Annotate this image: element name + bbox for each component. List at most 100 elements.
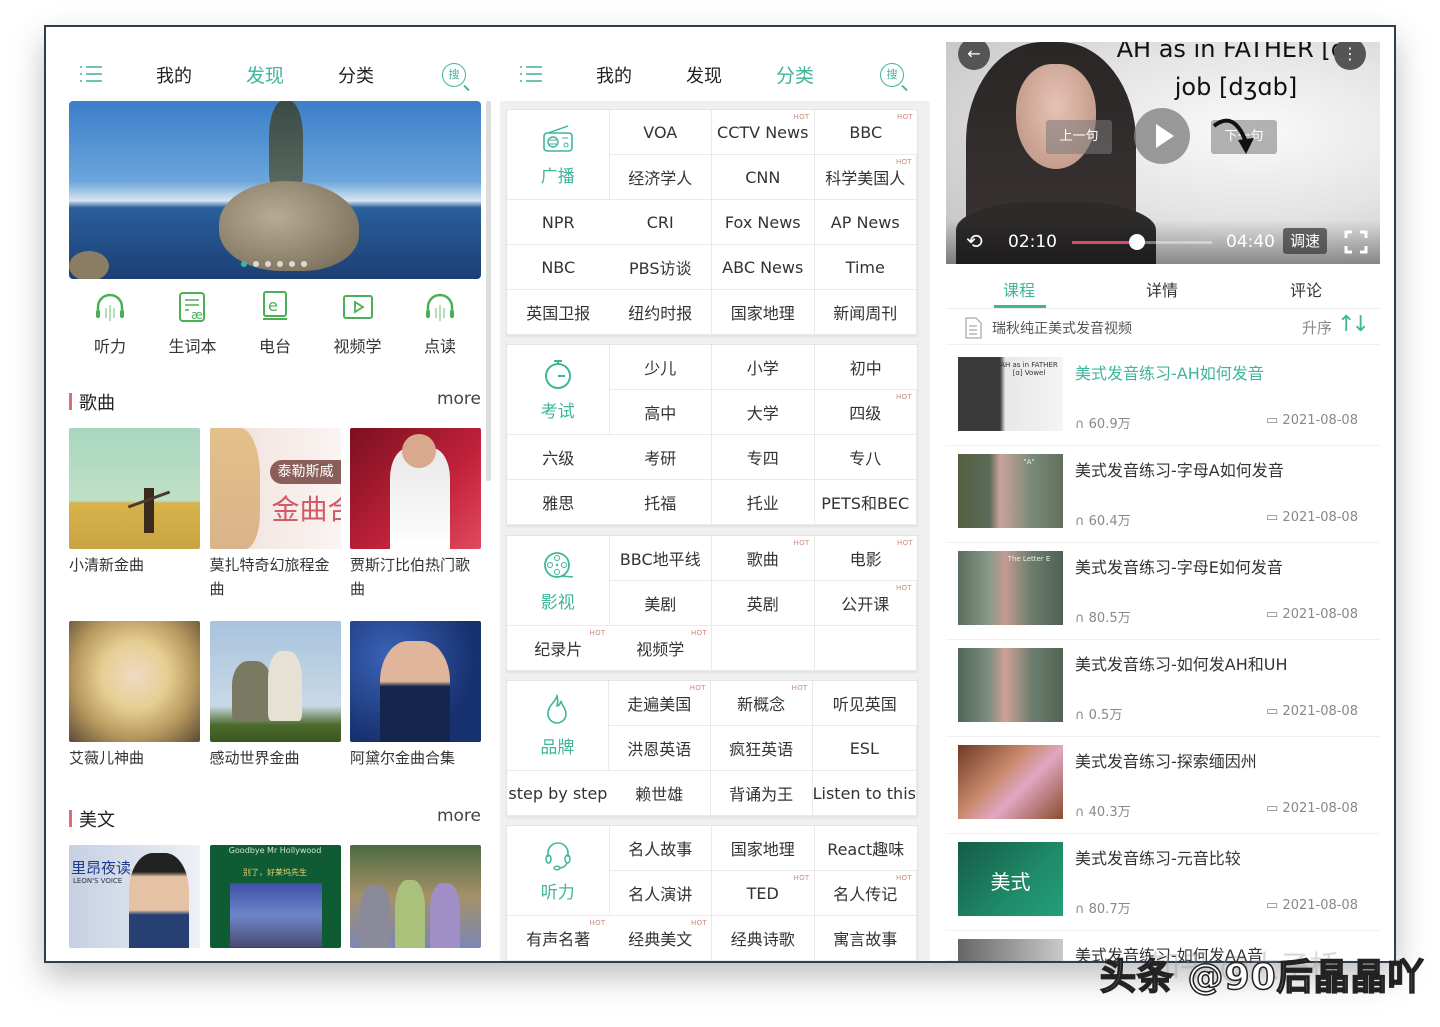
category-item[interactable]: 电影 HOT xyxy=(814,536,917,581)
progress-knob[interactable] xyxy=(1128,234,1145,250)
category-header[interactable]: 影视 xyxy=(507,536,610,626)
more-link[interactable]: more xyxy=(437,389,481,409)
category-header[interactable]: 听力 xyxy=(507,826,610,916)
carousel-dot[interactable] xyxy=(253,261,259,267)
category-item[interactable]: 科学美国人 HOT xyxy=(814,155,917,200)
scrollbar[interactable] xyxy=(486,101,491,481)
more-link[interactable]: more xyxy=(437,806,481,826)
category-item[interactable]: 小学 xyxy=(712,345,815,390)
category-item[interactable]: 有声名著 HOT xyxy=(507,916,610,961)
category-item[interactable]: CNN xyxy=(712,155,815,200)
song-card[interactable]: 感动世界金曲 xyxy=(209,621,341,770)
banner-carousel[interactable] xyxy=(69,101,481,279)
category-item[interactable]: 初中 xyxy=(814,345,917,390)
category-item[interactable]: AP News xyxy=(814,200,917,245)
carousel-dot[interactable] xyxy=(241,261,247,267)
category-item[interactable]: 背诵为王 xyxy=(710,771,813,816)
category-item[interactable]: 听见英国 xyxy=(812,681,917,726)
category-item[interactable]: 名人故事 xyxy=(609,826,712,871)
nav-tab-category[interactable]: 分类 xyxy=(776,61,814,88)
category-item[interactable]: 美剧 xyxy=(609,581,712,626)
prose-card[interactable] xyxy=(350,845,481,948)
nav-tab-discover[interactable]: 发现 xyxy=(246,61,284,88)
category-item[interactable]: ESL xyxy=(812,726,917,771)
carousel-dot[interactable] xyxy=(301,261,307,267)
category-item[interactable]: 经典诗歌 xyxy=(712,916,815,961)
category-item[interactable]: 纪录片 HOT xyxy=(507,626,610,671)
category-header[interactable]: 考试 xyxy=(507,345,610,435)
category-item[interactable]: 经济学人 xyxy=(609,155,712,200)
quick-link-video[interactable]: 视频学 xyxy=(317,289,399,357)
category-item[interactable]: 名人传记 HOT xyxy=(814,871,917,916)
tab-details[interactable]: 详情 xyxy=(1146,277,1178,301)
lesson-item[interactable]: 美式发音练习-如何发AH和UH ∩ 0.5万 ▭ 2021-08-08 xyxy=(946,640,1380,737)
category-item[interactable]: PETS和BEC xyxy=(814,480,917,525)
sort-label[interactable]: 升序 xyxy=(1302,317,1332,338)
category-item[interactable]: 托福 xyxy=(609,480,712,525)
sort-order-icon[interactable]: ↑↓ xyxy=(1337,312,1370,337)
search-button[interactable]: 搜 xyxy=(880,63,904,87)
category-item[interactable]: 洪恩英语 xyxy=(608,726,711,771)
song-card[interactable]: 小清新金曲 xyxy=(69,428,200,601)
category-item[interactable]: 歌曲 HOT xyxy=(712,536,815,581)
menu-list-icon[interactable] xyxy=(80,65,102,83)
category-item[interactable]: 走遍美国 HOT xyxy=(608,681,711,726)
category-item[interactable]: 考研 xyxy=(609,435,712,480)
category-item[interactable]: 雅思 xyxy=(507,480,610,525)
carousel-dot[interactable] xyxy=(265,261,271,267)
category-item[interactable]: PBS访谈 xyxy=(609,245,712,290)
category-item[interactable]: 六级 xyxy=(507,435,610,480)
category-header[interactable]: 广播 xyxy=(507,110,610,200)
category-item[interactable]: Fox News xyxy=(712,200,815,245)
progress-slider[interactable] xyxy=(1072,234,1212,250)
category-item[interactable]: BBC地平线 xyxy=(609,536,712,581)
category-item[interactable]: 国家地理 xyxy=(712,290,815,335)
category-item[interactable]: step by step xyxy=(507,771,609,816)
carousel-dot[interactable] xyxy=(277,261,283,267)
category-item[interactable]: VOA xyxy=(609,110,712,155)
category-item[interactable]: 专四 xyxy=(712,435,815,480)
play-button[interactable] xyxy=(1134,108,1190,164)
song-card[interactable]: 泰勒斯威 金曲合 莫扎特奇幻旅程金曲 xyxy=(209,428,341,601)
menu-list-icon[interactable] xyxy=(520,65,542,83)
category-item[interactable]: 大学 xyxy=(712,390,815,435)
nav-tab-mine[interactable]: 我的 xyxy=(156,62,192,88)
prose-card[interactable]: 里昂夜读 LEON'S VOICE xyxy=(69,845,200,948)
nav-tab-mine[interactable]: 我的 xyxy=(596,62,632,88)
quick-link-listening[interactable]: 听力 xyxy=(69,289,151,357)
category-item[interactable]: 寓言故事 xyxy=(814,916,917,961)
song-card[interactable]: 贾斯汀比伯热门歌曲 xyxy=(350,428,481,601)
lesson-item[interactable]: 美式 美式发音练习-元音比较 ∩ 80.7万 ▭ 2021-08-08 xyxy=(946,834,1380,931)
category-header[interactable]: 品牌 xyxy=(507,681,609,771)
lesson-item[interactable]: The Letter E 美式发音练习-字母E如何发音 ∩ 80.5万 ▭ 2021-… xyxy=(946,543,1380,640)
search-button[interactable]: 搜 xyxy=(442,63,466,87)
quick-link-vocabulary[interactable]: æ 生词本 xyxy=(152,289,234,357)
category-item[interactable]: 英剧 xyxy=(712,581,815,626)
category-item[interactable]: 疯狂英语 xyxy=(710,726,813,771)
category-item[interactable]: 四级 HOT xyxy=(814,390,917,435)
category-item[interactable]: 经典美文 HOT xyxy=(609,916,712,961)
category-item[interactable]: 新闻周刊 xyxy=(814,290,917,335)
song-card[interactable]: 阿黛尔金曲合集 xyxy=(350,621,481,770)
category-item[interactable]: TED HOT xyxy=(712,871,815,916)
category-item[interactable]: Listen to this xyxy=(812,771,917,816)
lesson-item[interactable]: 美式发音练习-探索缅因州 ∩ 40.3万 ▭ 2021-08-08 xyxy=(946,737,1380,834)
nav-tab-category[interactable]: 分类 xyxy=(338,62,374,88)
category-item[interactable]: 专八 xyxy=(814,435,917,480)
category-item[interactable]: 英国卫报 xyxy=(507,290,610,335)
tab-course[interactable]: 课程 xyxy=(1003,277,1035,301)
carousel-dots[interactable] xyxy=(241,261,307,267)
category-item[interactable]: React趣味 xyxy=(814,826,917,871)
lesson-item[interactable]: AH as in FATHER [ɑ] Vowel 美式发音练习-AH如何发音 ∩ … xyxy=(946,349,1380,446)
song-card[interactable]: 艾薇儿神曲 xyxy=(69,621,200,770)
nav-tab-discover[interactable]: 发现 xyxy=(686,62,722,88)
prev-sentence-button[interactable]: 上一句 xyxy=(1046,120,1112,154)
quick-link-read[interactable]: 点读 xyxy=(399,289,481,357)
lesson-item[interactable]: "A" 美式发音练习-字母A如何发音 ∩ 60.4万 ▭ 2021-08-08 xyxy=(946,446,1380,543)
category-item[interactable]: CCTV News HOT xyxy=(712,110,815,155)
category-item[interactable]: 少儿 xyxy=(609,345,712,390)
video-player[interactable]: AH as in FATHER [ɑ] job [dʒɑb] ← ⋮ 上一句 下… xyxy=(946,42,1380,264)
quick-link-radio[interactable]: e 电台 xyxy=(234,289,316,357)
speed-button[interactable]: 调速 xyxy=(1283,228,1327,254)
category-item[interactable]: CRI xyxy=(609,200,712,245)
